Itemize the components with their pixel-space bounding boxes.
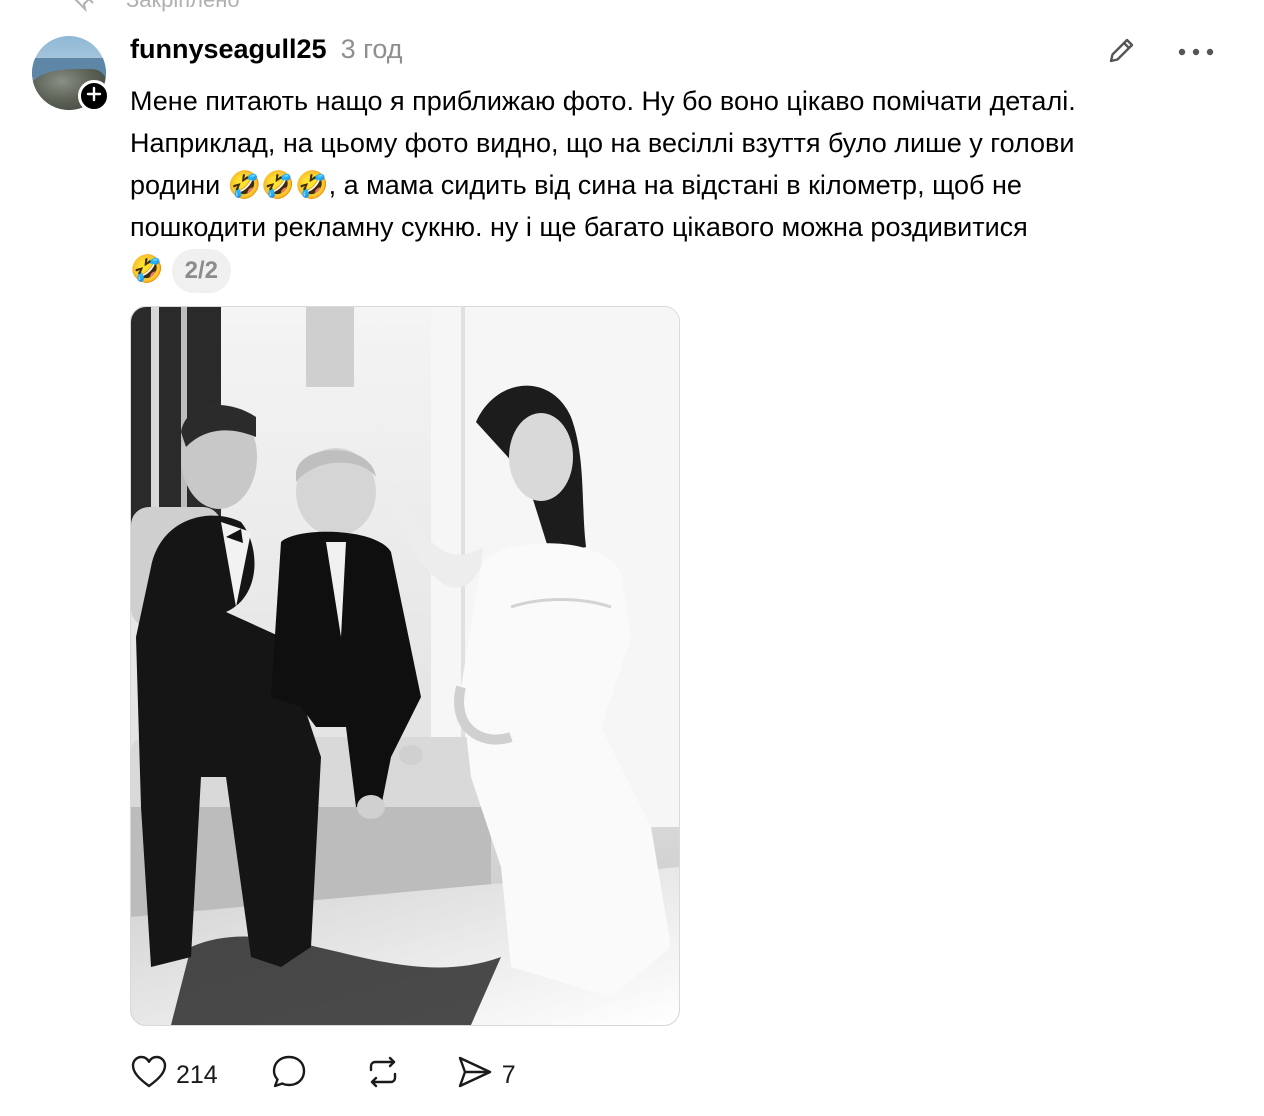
author-avatar[interactable] <box>32 36 110 112</box>
heart-icon <box>130 1054 168 1097</box>
laughing-emoji: 🤣 <box>130 254 164 285</box>
comment-button[interactable] <box>270 1053 316 1098</box>
plus-icon <box>86 86 102 107</box>
repost-button[interactable] <box>364 1053 410 1098</box>
like-button[interactable]: 214 <box>130 1054 218 1097</box>
post-timestamp[interactable]: 3 год <box>341 34 403 65</box>
post-text-line: пошкодити рекламну сукню. ну і ще багато… <box>130 212 1028 242</box>
thread-page-indicator[interactable]: 2/2 <box>171 248 231 293</box>
share-button[interactable]: 7 <box>456 1053 516 1098</box>
pinned-label: Закріплено <box>126 0 240 13</box>
post-text-last-line: 🤣 2/2 <box>130 248 1230 293</box>
repost-icon <box>364 1053 402 1098</box>
send-icon <box>456 1053 494 1098</box>
follow-button[interactable] <box>78 80 110 112</box>
share-count: 7 <box>501 1060 516 1089</box>
pin-icon <box>72 0 96 12</box>
post-header: funnyseagull25 3 год <box>130 34 403 72</box>
wedding-family-photo-icon <box>131 307 679 1025</box>
post-text: Мене питають нащо я приближаю фото. Ну б… <box>130 80 1230 293</box>
more-options-button[interactable] <box>1174 36 1218 68</box>
author-username[interactable]: funnyseagull25 <box>130 34 327 65</box>
edit-button[interactable] <box>1104 34 1140 70</box>
like-count: 214 <box>176 1060 218 1089</box>
post-text-line: родини 🤣🤣🤣, а мама сидить від сина на ві… <box>130 170 1022 200</box>
pencil-icon <box>1105 33 1139 72</box>
post-text-line: Наприклад, на цьому фото видно, що на ве… <box>130 128 1075 158</box>
post-actions: 214 7 <box>130 1054 516 1096</box>
speech-bubble-icon <box>270 1053 308 1098</box>
ellipsis-icon <box>1178 43 1214 61</box>
pinned-indicator: Закріплено <box>72 0 240 14</box>
post-text-line: Мене питають нащо я приближаю фото. Ну б… <box>130 86 1076 116</box>
post-image[interactable] <box>130 306 680 1026</box>
